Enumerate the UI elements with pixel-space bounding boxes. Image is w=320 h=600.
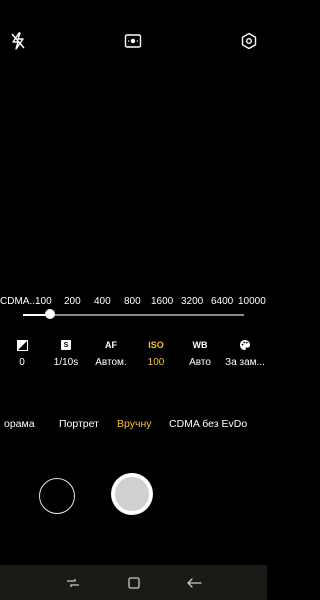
white-balance-icon: WB: [192, 340, 208, 350]
camera-mode-icon[interactable]: [122, 30, 144, 52]
navigation-bar: [0, 565, 267, 600]
shutter-speed-icon: S: [61, 340, 71, 350]
focus-value: Автом.: [95, 357, 127, 368]
iso-icon: ISO: [148, 340, 164, 350]
iso-scale-label[interactable]: 3200: [181, 296, 203, 307]
exposure-control[interactable]: 0: [0, 338, 47, 368]
exposure-icon: [0, 338, 47, 352]
focus-icon: AF: [105, 340, 117, 350]
white-balance-value: Авто: [189, 357, 211, 368]
back-arrow-icon[interactable]: [184, 574, 204, 592]
iso-slider-track[interactable]: [23, 314, 244, 316]
palette-icon: [220, 338, 270, 352]
iso-scale-label[interactable]: 6400: [211, 296, 233, 307]
color-effect-control[interactable]: За зам...: [220, 338, 270, 368]
iso-control[interactable]: ISO 100: [131, 338, 181, 368]
focus-control[interactable]: AF Автом.: [86, 338, 136, 368]
iso-scale-label: CDMA...: [0, 296, 38, 307]
flash-off-icon[interactable]: [7, 30, 29, 52]
exposure-value: 0: [19, 357, 25, 368]
mode-manual[interactable]: Вручну: [117, 418, 152, 430]
iso-scale: CDMA... 100 200 400 800 1600 3200 6400 1…: [0, 296, 267, 310]
gallery-thumbnail-button[interactable]: [39, 478, 75, 514]
color-effect-value: За зам...: [225, 357, 265, 368]
shutter-speed-value: 1/10s: [53, 357, 79, 368]
mode-panorama[interactable]: орама: [4, 418, 35, 430]
recent-apps-icon[interactable]: [63, 574, 83, 592]
iso-scale-label[interactable]: 800: [124, 296, 141, 307]
iso-scale-label[interactable]: 100: [35, 296, 52, 307]
shutter-button[interactable]: [111, 473, 153, 515]
mode-portrait[interactable]: Портрет: [59, 418, 99, 430]
iso-scale-label[interactable]: 10000: [238, 296, 266, 307]
settings-hexagon-icon[interactable]: [238, 30, 260, 52]
mode-cdma-without-evdo[interactable]: CDMA без EvDo: [169, 418, 247, 430]
iso-scale-label[interactable]: 200: [64, 296, 81, 307]
white-balance-control[interactable]: WB Авто: [175, 338, 225, 368]
camera-mode-strip: орама Портрет Вручну CDMA без EvDo: [0, 418, 267, 432]
iso-scale-label[interactable]: 1600: [151, 296, 173, 307]
iso-value: 100: [147, 357, 165, 368]
iso-slider-thumb[interactable]: [45, 309, 55, 319]
shutter-inner: [115, 477, 149, 511]
shutter-speed-control[interactable]: S 1/10s: [41, 338, 91, 368]
home-square-icon[interactable]: [124, 574, 144, 592]
iso-scale-label[interactable]: 400: [94, 296, 111, 307]
